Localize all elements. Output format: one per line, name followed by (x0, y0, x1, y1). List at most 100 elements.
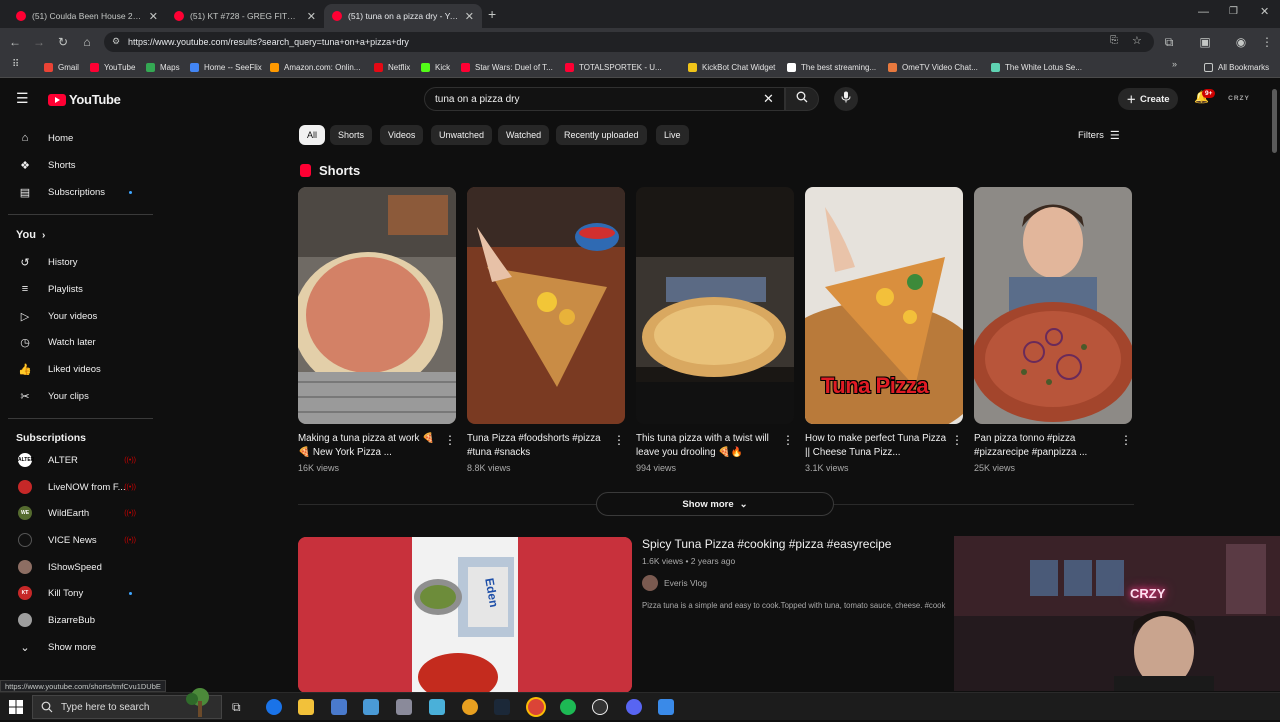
restore-icon[interactable]: ❐ (1229, 6, 1238, 17)
youtube-logo[interactable]: YouTube (48, 92, 121, 107)
video-channel[interactable]: Everis Vlog (642, 575, 707, 591)
more-actions-icon[interactable]: ⋮ (951, 433, 963, 447)
filters-button[interactable]: Filters ☰ (1078, 129, 1120, 142)
menu-dots-icon[interactable]: ⋮ (1258, 33, 1276, 51)
chip-live[interactable]: Live (656, 125, 689, 145)
home-icon[interactable]: ⌂ (78, 33, 96, 51)
chip-recently-uploaded[interactable]: Recently uploaded (556, 125, 647, 145)
short-thumbnail[interactable]: Tuna Pizza (805, 187, 963, 424)
bookmark-item[interactable]: The best streaming... (787, 60, 876, 74)
minimize-icon[interactable]: — (1198, 6, 1209, 18)
subscription-item[interactable]: KT Kill Tony (8, 580, 154, 606)
bookmark-item[interactable]: Home -- SeeFlix (190, 60, 262, 74)
search-input[interactable]: tuna on a pizza dry ✕ (424, 87, 785, 111)
chip-videos[interactable]: Videos (380, 125, 424, 145)
sidepanel-icon[interactable]: ▣ (1196, 33, 1214, 51)
profile-icon[interactable]: ◉ (1232, 33, 1250, 51)
short-title[interactable]: This tuna pizza with a twist will leave … (636, 432, 794, 460)
chip-unwatched[interactable]: Unwatched (431, 125, 493, 145)
sidebar-item-liked-videos[interactable]: 👍 Liked videos (8, 356, 154, 382)
chip-shorts[interactable]: Shorts (330, 125, 373, 145)
sidebar-item-history[interactable]: ↺ History (8, 249, 154, 275)
obs-icon[interactable] (592, 699, 608, 715)
short-card[interactable]: Pan pizza tonno #pizza #pizzarecipe #pan… (974, 187, 1132, 473)
bookmark-item[interactable]: Kick (421, 60, 450, 74)
close-tab-icon[interactable]: ✕ (149, 10, 158, 23)
close-window-icon[interactable]: ✕ (1260, 5, 1269, 18)
url-bar[interactable]: ⚙ https://www.youtube.com/results?search… (104, 32, 1154, 52)
sidebar-item-watch-later[interactable]: ◷ Watch later (8, 329, 154, 355)
short-card[interactable]: Making a tuna pizza at work 🍕🍕 New York … (298, 187, 456, 473)
file-explorer-icon[interactable] (298, 699, 314, 715)
page-scrollbar[interactable] (1272, 89, 1277, 153)
bookmark-item[interactable]: Star Wars: Duel of T... (461, 60, 553, 74)
bookmark-item[interactable]: The White Lotus Se... (991, 60, 1082, 74)
sidebar-item-subscriptions[interactable]: ▤ Subscriptions (8, 179, 154, 205)
subscription-item[interactable]: IShowSpeed (8, 554, 154, 580)
chip-watched[interactable]: Watched (498, 125, 550, 145)
subscription-item[interactable]: ALTER ALTER ((•)) (8, 447, 154, 473)
sidebar-item-home[interactable]: ⌂ Home (8, 125, 154, 151)
sidebar-show-more[interactable]: ⌄ Show more (8, 634, 154, 660)
bookmark-item[interactable]: Gmail (44, 60, 79, 74)
apps-grid-icon[interactable]: ⠿ (12, 59, 19, 70)
bookmark-item[interactable]: YouTube (90, 60, 135, 74)
subscription-item[interactable]: LiveNOW from F... ((•)) (8, 474, 154, 500)
bookmark-item[interactable]: Maps (146, 60, 180, 74)
voice-search-button[interactable] (834, 87, 858, 111)
more-actions-icon[interactable]: ⋮ (444, 433, 456, 447)
bookmark-item[interactable]: OmeTV Video Chat... (888, 60, 978, 74)
channel-avatar[interactable] (642, 575, 658, 591)
back-icon[interactable]: ← (6, 33, 24, 51)
edge-icon[interactable] (266, 699, 282, 715)
browser-tab-active[interactable]: (51) tuna on a pizza dry - YouTu ✕ (324, 4, 482, 28)
site-info-icon[interactable]: ⚙ (112, 36, 120, 47)
subscription-item[interactable]: WE WildEarth ((•)) (8, 500, 154, 526)
account-avatar[interactable]: CRZY (1226, 89, 1252, 109)
store-icon[interactable] (331, 699, 347, 715)
bookmark-item[interactable]: KickBot Chat Widget (688, 60, 775, 74)
short-title[interactable]: How to make perfect Tuna Pizza || Cheese… (805, 432, 963, 460)
bookmark-item[interactable]: TOTALSPORTEK - U... (565, 60, 662, 74)
windows-start-icon[interactable] (8, 699, 24, 715)
search-button[interactable] (785, 87, 819, 111)
create-button[interactable]: ＋ Create (1118, 88, 1178, 110)
close-tab-icon[interactable]: ✕ (307, 10, 316, 23)
chip-all[interactable]: All (299, 125, 326, 145)
bookmark-item[interactable]: Amazon.com: Onlin... (270, 60, 360, 74)
chrome-icon[interactable] (528, 699, 544, 715)
close-tab-icon[interactable]: ✕ (465, 10, 474, 23)
sidebar-item-your-clips[interactable]: ✂ Your clips (8, 383, 154, 409)
short-card[interactable]: Tuna Pizza #foodshorts #pizza #tuna #sna… (467, 187, 625, 473)
browser-tab[interactable]: (51) KT #728 - GREG FITZSIMM ✕ (166, 4, 324, 28)
app-icon[interactable] (462, 699, 478, 715)
browser-tab[interactable]: (51) Coulda Been House 2, Epis ✕ (8, 4, 166, 28)
channel-name[interactable]: Everis Vlog (664, 578, 707, 588)
spotify-icon[interactable] (560, 699, 576, 715)
subscription-item[interactable]: BizarreBub (8, 607, 154, 633)
hamburger-menu-icon[interactable]: ☰ (16, 90, 29, 107)
task-view-icon[interactable]: ⧉ (232, 699, 248, 715)
bookmark-star-icon[interactable]: ☆ (1132, 34, 1142, 47)
sidebar-you-header[interactable]: You › (8, 222, 154, 248)
short-thumbnail[interactable] (298, 187, 456, 424)
short-title[interactable]: Pan pizza tonno #pizza #pizzarecipe #pan… (974, 432, 1132, 460)
sidebar-item-playlists[interactable]: ≡ Playlists (8, 276, 154, 302)
short-thumbnail[interactable] (974, 187, 1132, 424)
short-title[interactable]: Making a tuna pizza at work 🍕🍕 New York … (298, 432, 456, 460)
all-bookmarks-folder[interactable]: All Bookmarks (1204, 60, 1269, 74)
install-app-icon[interactable]: ⎘ (1110, 35, 1118, 46)
steam-icon[interactable] (494, 699, 510, 715)
discord-icon[interactable] (626, 699, 642, 715)
short-thumbnail[interactable] (636, 187, 794, 424)
reload-icon[interactable]: ↻ (54, 33, 72, 51)
show-more-shorts-button[interactable]: Show more ⌄ (596, 492, 834, 516)
short-card[interactable]: Tuna Pizza How to make perfect Tuna Pizz… (805, 187, 963, 473)
more-bookmarks-icon[interactable]: » (1172, 59, 1177, 69)
app-icon[interactable] (396, 699, 412, 715)
more-actions-icon[interactable]: ⋮ (782, 433, 794, 447)
more-actions-icon[interactable]: ⋮ (1120, 433, 1132, 447)
video-title[interactable]: Spicy Tuna Pizza #cooking #pizza #easyre… (642, 537, 891, 551)
short-card[interactable]: This tuna pizza with a twist will leave … (636, 187, 794, 473)
video-thumbnail[interactable]: Eden (298, 537, 632, 693)
